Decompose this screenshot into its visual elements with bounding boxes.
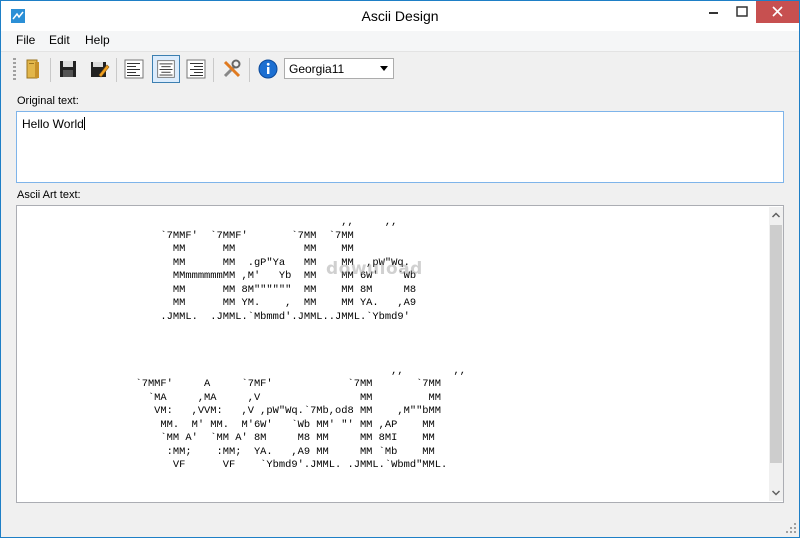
window-title: Ascii Design bbox=[361, 8, 439, 24]
ascii-art-label: Ascii Art text: bbox=[17, 189, 81, 201]
resize-grip-icon[interactable] bbox=[785, 522, 797, 534]
original-text-value: Hello World bbox=[22, 117, 84, 131]
ascii-art-output[interactable]: ,, ,, `7MMF' `7MMF' `7MM `7MM MM MM MM M… bbox=[16, 205, 784, 503]
align-left-icon[interactable] bbox=[122, 57, 146, 81]
scrollbar-thumb[interactable] bbox=[770, 225, 782, 463]
info-icon[interactable] bbox=[256, 57, 280, 81]
toolbar bbox=[1, 51, 799, 87]
chevron-down-icon bbox=[380, 66, 388, 71]
menu-edit[interactable]: Edit bbox=[47, 33, 72, 47]
vertical-scrollbar[interactable] bbox=[769, 207, 783, 501]
minimize-icon[interactable] bbox=[699, 1, 727, 23]
align-center-icon[interactable] bbox=[152, 55, 180, 83]
original-text-input[interactable]: Hello World bbox=[16, 111, 784, 183]
font-select-value: Georgia11 bbox=[289, 62, 345, 76]
toolbar-separator bbox=[116, 58, 117, 82]
maximize-icon[interactable] bbox=[728, 1, 756, 23]
settings-tools-icon[interactable] bbox=[220, 57, 244, 81]
align-right-icon[interactable] bbox=[184, 57, 208, 81]
original-text-label: Original text: bbox=[17, 95, 79, 107]
toolbar-separator bbox=[213, 58, 214, 82]
menu-file[interactable]: File bbox=[14, 33, 37, 47]
close-icon[interactable] bbox=[756, 1, 799, 23]
text-caret bbox=[83, 117, 85, 130]
watermark-logo: dowuload bbox=[326, 259, 423, 279]
scroll-up-icon[interactable] bbox=[769, 207, 783, 223]
menu-help[interactable]: Help bbox=[83, 33, 112, 47]
menu-bar: File Edit Help bbox=[1, 31, 799, 51]
save-as-icon[interactable] bbox=[87, 57, 111, 81]
toolbar-separator bbox=[50, 58, 51, 82]
scroll-down-icon[interactable] bbox=[769, 485, 783, 501]
title-bar[interactable]: Ascii Design bbox=[1, 1, 799, 31]
app-window: Ascii Design File Edit Help Georgia11 Or… bbox=[0, 0, 800, 538]
toolbar-separator bbox=[249, 58, 250, 82]
toolbar-grip[interactable] bbox=[13, 58, 16, 82]
font-select[interactable]: Georgia11 bbox=[284, 58, 394, 79]
save-icon[interactable] bbox=[56, 57, 80, 81]
open-book-icon[interactable] bbox=[21, 57, 45, 81]
